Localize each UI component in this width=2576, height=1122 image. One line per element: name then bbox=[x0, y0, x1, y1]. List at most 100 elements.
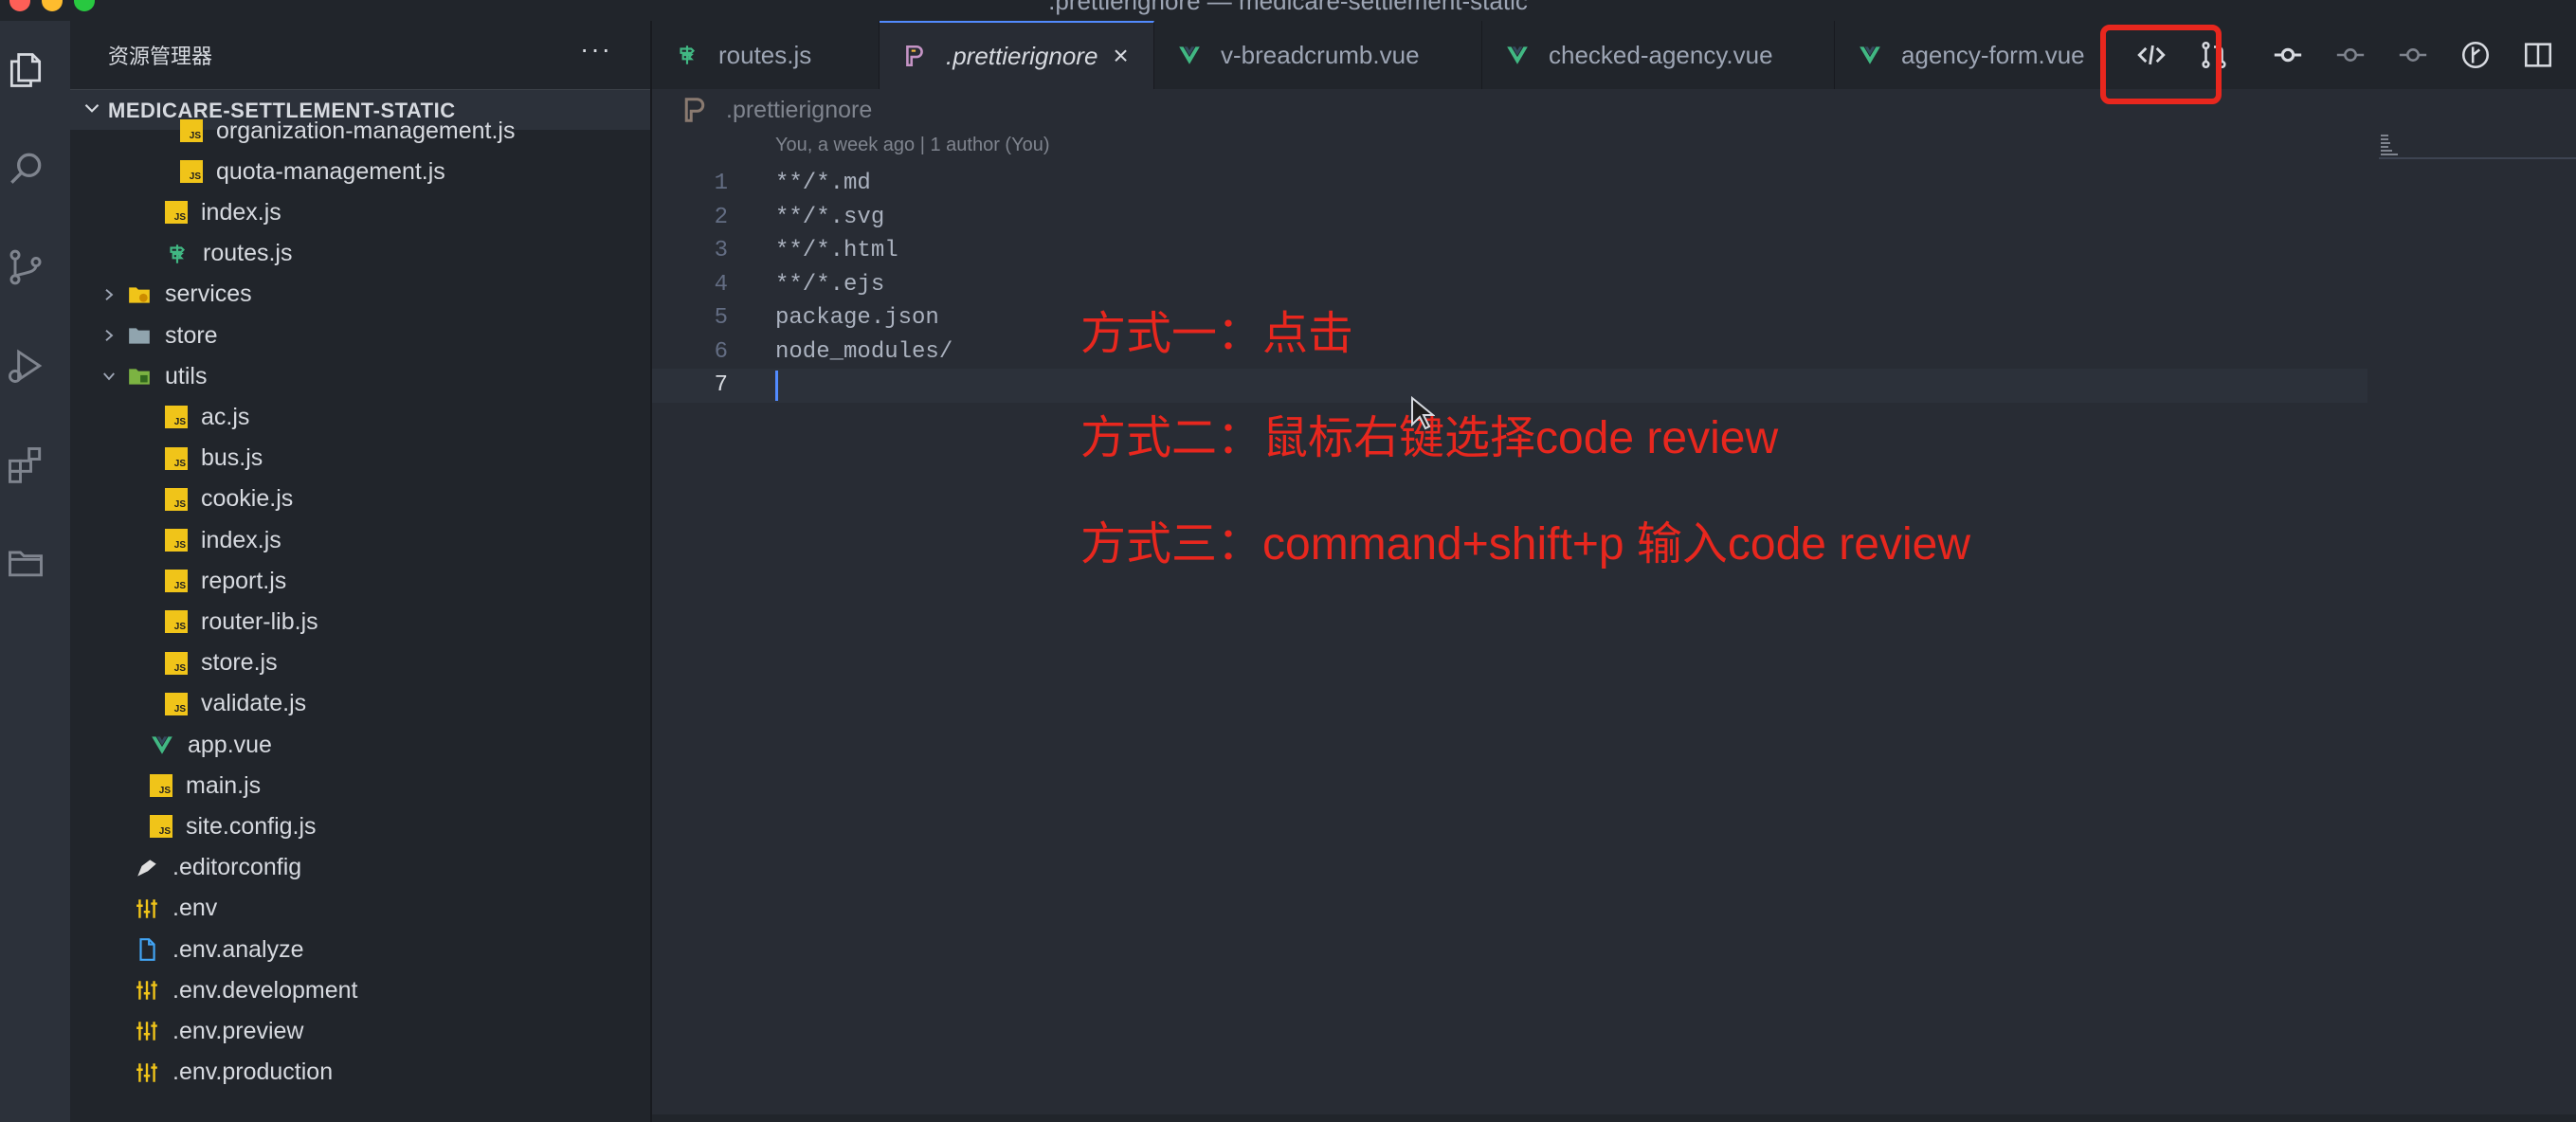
tree-item-label: validate.js bbox=[201, 690, 307, 717]
tree-item-label: site.config.js bbox=[186, 812, 317, 840]
code-text: **/*.ejs bbox=[775, 271, 885, 298]
tree-item-label: routes.js bbox=[203, 240, 293, 267]
tree-item[interactable]: JS main.js bbox=[150, 767, 261, 805]
git-blame-codelens[interactable]: You, a week ago | 1 author (You) bbox=[775, 135, 1049, 156]
tab-label: checked-agency.vue bbox=[1549, 40, 1773, 69]
vue-icon bbox=[1175, 41, 1204, 69]
search-icon[interactable] bbox=[0, 140, 51, 197]
vue-icon bbox=[1856, 41, 1884, 69]
git-commit-prev-icon[interactable] bbox=[2330, 34, 2371, 76]
text-cursor bbox=[775, 371, 778, 401]
tab-label: .prettierignore bbox=[946, 41, 1098, 70]
file-icon bbox=[135, 937, 159, 962]
editor-tab-bar: routes.js .prettierignore × v-breadcrumb… bbox=[652, 21, 2576, 89]
tree-item[interactable]: routes.js bbox=[165, 235, 292, 273]
explorer-sidebar: 资源管理器 ··· MEDICARE-SETTLEMENT-STATIC JS o… bbox=[70, 21, 652, 1122]
extensions-icon[interactable] bbox=[0, 436, 51, 493]
git-graph-icon[interactable] bbox=[2455, 34, 2496, 76]
line-number: 4 bbox=[714, 271, 728, 298]
tree-item[interactable]: JS store.js bbox=[165, 644, 278, 682]
tree-item-label: .env bbox=[172, 895, 218, 922]
tree-item-label: index.js bbox=[201, 526, 281, 553]
code-line[interactable]: 3 **/*.html bbox=[652, 234, 2367, 268]
highlight-box bbox=[2100, 25, 2222, 104]
tree-item-label: .editorconfig bbox=[172, 854, 302, 881]
tree-item[interactable]: app.vue bbox=[150, 726, 272, 764]
tree-item[interactable]: .env.production bbox=[135, 1054, 333, 1092]
tree-item[interactable]: .env bbox=[135, 890, 217, 928]
activity-bar bbox=[0, 21, 70, 1122]
tree-item-label: .env.production bbox=[172, 1059, 334, 1086]
line-number: 7 bbox=[714, 372, 728, 398]
line-number: 2 bbox=[714, 204, 728, 230]
code-text: **/*.html bbox=[775, 238, 898, 263]
tree-item-label: store bbox=[165, 321, 218, 349]
folder-icon[interactable] bbox=[0, 534, 51, 591]
tree-item[interactable]: .env.analyze bbox=[135, 931, 304, 968]
tree-item[interactable]: utils bbox=[100, 357, 207, 395]
js-file-icon: JS bbox=[165, 651, 188, 675]
git-commit-next-icon[interactable] bbox=[2392, 34, 2434, 76]
code-line[interactable]: 2 **/*.svg bbox=[652, 201, 2367, 235]
tree-item[interactable]: JS organization-management.js bbox=[180, 112, 515, 150]
tree-item[interactable]: JS validate.js bbox=[165, 685, 306, 723]
breadcrumb-file: .prettierignore bbox=[726, 96, 873, 123]
explorer-icon[interactable] bbox=[0, 42, 51, 99]
tab-prettierignore[interactable]: .prettierignore × bbox=[880, 21, 1154, 89]
chevron-right-icon bbox=[105, 330, 114, 341]
tree-item[interactable]: store bbox=[100, 317, 218, 354]
tree-item-label: organization-management.js bbox=[216, 117, 516, 144]
close-tab-button[interactable]: × bbox=[1113, 41, 1128, 71]
tree-item[interactable]: .editorconfig bbox=[135, 849, 301, 887]
tree-item[interactable]: .env.preview bbox=[135, 1012, 304, 1050]
tab-routes-js[interactable]: routes.js bbox=[652, 21, 880, 89]
line-number: 5 bbox=[714, 305, 728, 331]
js-file-icon: JS bbox=[180, 119, 203, 142]
chevron-down-icon bbox=[103, 372, 115, 381]
tree-item[interactable]: JS ac.js bbox=[165, 398, 249, 436]
more-actions-button[interactable]: ··· bbox=[580, 34, 612, 64]
minimap[interactable] bbox=[2379, 133, 2400, 157]
git-commit-icon[interactable] bbox=[2267, 34, 2309, 76]
annotation-method-1: 方式一：点击 bbox=[1080, 309, 1354, 359]
editor[interactable]: You, a week ago | 1 author (You) 1 **/*.m… bbox=[652, 129, 2576, 1114]
tree-item-label: app.vue bbox=[188, 731, 272, 758]
code-text: package.json bbox=[775, 305, 939, 331]
tree-item-label: ac.js bbox=[201, 403, 250, 430]
source-control-icon[interactable] bbox=[0, 239, 51, 296]
env-icon bbox=[135, 978, 159, 1003]
code-line[interactable]: 6 node_modules/ bbox=[652, 335, 2367, 370]
tree-item[interactable]: services bbox=[100, 276, 252, 314]
vue-icon bbox=[150, 733, 174, 757]
tab-agency-form-vue[interactable]: agency-form.vue bbox=[1835, 21, 2119, 89]
code-text: **/*.md bbox=[775, 171, 871, 196]
tree-item[interactable]: JS router-lib.js bbox=[165, 603, 318, 641]
code-line[interactable]: 7 bbox=[652, 369, 2367, 403]
tree-item-label: .env.preview bbox=[172, 1017, 304, 1044]
js-file-icon: JS bbox=[165, 406, 188, 429]
tab-v-breadcrumb-vue[interactable]: v-breadcrumb.vue bbox=[1154, 21, 1482, 89]
tree-item[interactable]: JS index.js bbox=[165, 521, 281, 559]
code-line[interactable]: 1 **/*.md bbox=[652, 167, 2367, 201]
tree-item[interactable]: JS quota-management.js bbox=[180, 153, 445, 190]
js-file-icon: JS bbox=[150, 774, 172, 798]
tree-item-label: quota-management.js bbox=[216, 157, 445, 185]
code-line[interactable]: 4 **/*.ejs bbox=[652, 268, 2367, 302]
tree-item[interactable]: JS cookie.js bbox=[165, 480, 293, 518]
tree-item[interactable]: JS bus.js bbox=[165, 440, 263, 478]
tree-item[interactable]: JS index.js bbox=[165, 193, 281, 231]
tab-checked-agency-vue[interactable]: checked-agency.vue bbox=[1482, 21, 1835, 89]
run-debug-icon[interactable] bbox=[0, 337, 51, 394]
tree-item[interactable]: JS report.js bbox=[165, 562, 286, 600]
breadcrumb[interactable]: .prettierignore bbox=[680, 91, 872, 129]
tree-item-label: router-lib.js bbox=[201, 607, 318, 635]
annotation-method-3: 方式三：command+shift+p 输入code review bbox=[1080, 519, 1971, 570]
code-line[interactable]: 5 package.json bbox=[652, 301, 2367, 335]
tree-item[interactable]: JS site.config.js bbox=[150, 807, 317, 845]
tab-label: routes.js bbox=[718, 40, 812, 69]
tree-item-label: report.js bbox=[201, 567, 287, 594]
split-editor-icon[interactable] bbox=[2517, 34, 2559, 76]
tree-item[interactable]: .env.development bbox=[135, 971, 358, 1009]
tree-item-label: cookie.js bbox=[201, 485, 294, 513]
js-file-icon: JS bbox=[165, 487, 188, 511]
